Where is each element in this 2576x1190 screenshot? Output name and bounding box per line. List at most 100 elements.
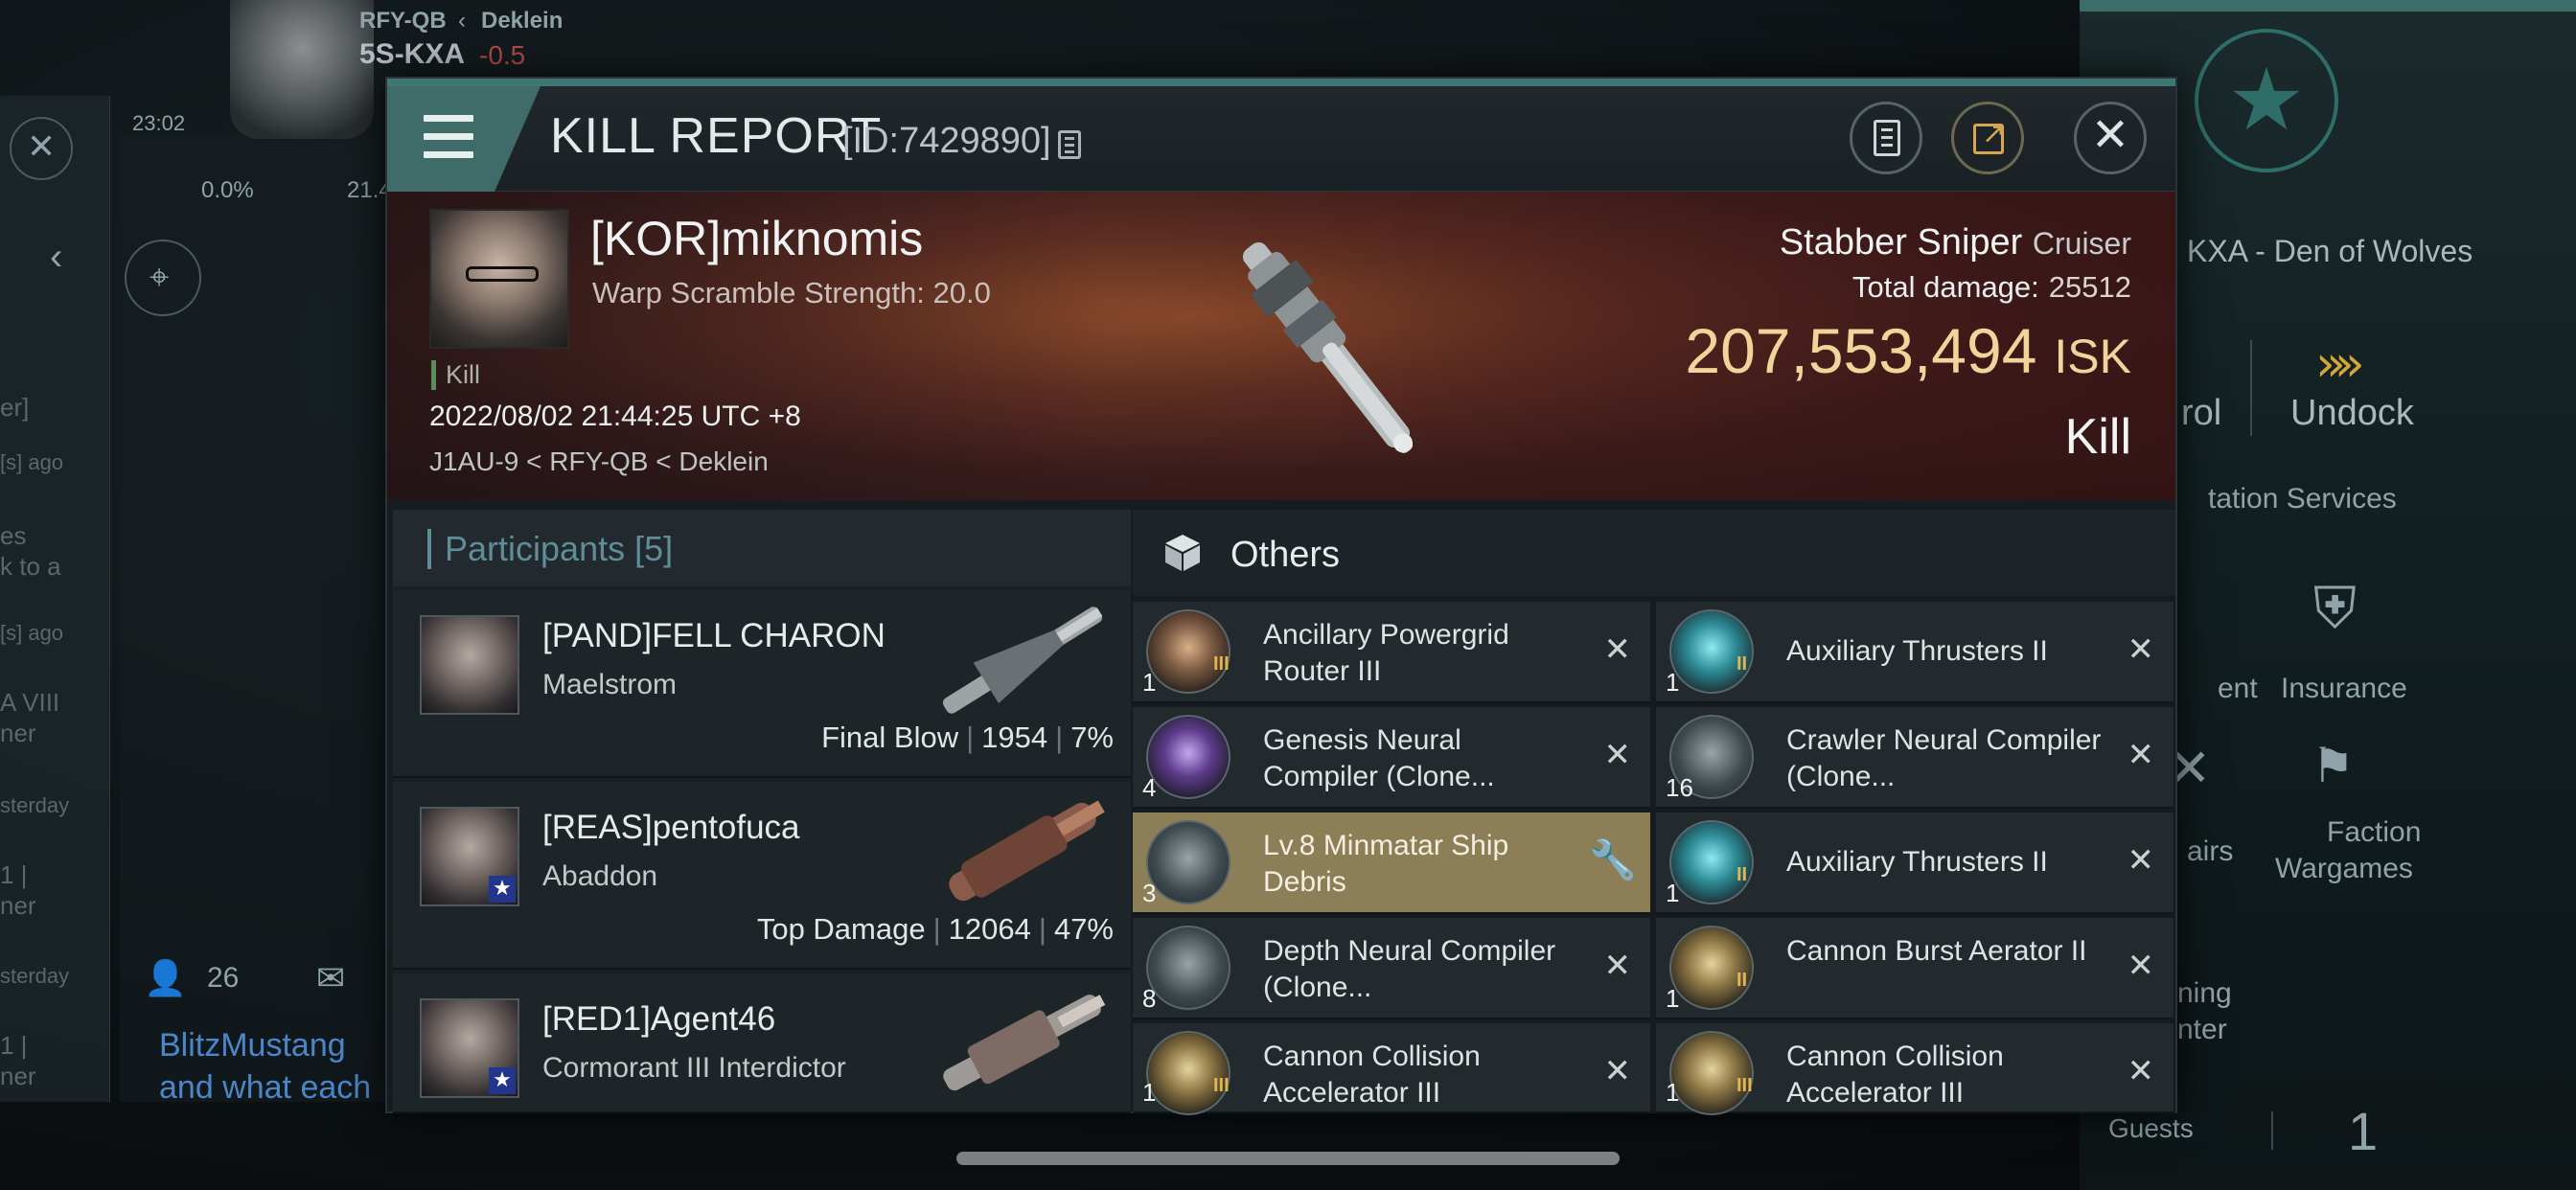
item-quantity: 1: [1142, 668, 1157, 697]
participant-row[interactable]: [PAND]FELL CHARON Maelstrom Final Blow | 1…: [393, 590, 1131, 778]
kill-location: J1AU-9 < RFY-QB < Deklein: [429, 446, 769, 476]
participant-ship: Maelstrom: [542, 669, 678, 700]
divider: [2271, 1111, 2273, 1150]
route-chevron-icon: ‹: [458, 8, 466, 34]
home-indicator[interactable]: [956, 1152, 1620, 1165]
destroyed-x-icon: ✕: [1603, 947, 1632, 985]
faction-wargames-line2[interactable]: Wargames: [2275, 853, 2413, 885]
participant-portrait: ★: [420, 998, 519, 1098]
chat-fragment: ner: [0, 719, 36, 747]
neural-compiler-icon: [1146, 926, 1230, 1010]
cannon-accelerator-icon: [1669, 1031, 1754, 1115]
item-quantity: 3: [1142, 879, 1157, 907]
item-quantity: 4: [1142, 773, 1157, 802]
clipboard-button[interactable]: [1850, 102, 1922, 174]
route-region: Deklein: [481, 8, 564, 34]
copy-id-icon[interactable]: [1058, 130, 1081, 159]
participant-row[interactable]: ★ [RED1]Agent46 Cormorant III Interdicto…: [393, 973, 1131, 1113]
isk-unit: ISK: [2054, 330, 2131, 383]
item-name: Lv.8 Minmatar Ship Debris: [1263, 830, 1509, 898]
clipboard-icon: [1874, 120, 1900, 156]
total-damage-value: 25512: [2048, 270, 2131, 304]
destroyed-x-icon: ✕: [1603, 630, 1632, 669]
divider: [2250, 340, 2252, 436]
chat-fragment: A VIII: [0, 688, 60, 717]
agent-label[interactable]: ent: [2218, 673, 2258, 705]
tier-badge: II: [1736, 864, 1748, 885]
location-pin-icon: ⌖: [150, 257, 170, 296]
chat-fragment: sterday: [0, 964, 70, 988]
undock-button[interactable]: Undock: [2290, 393, 2414, 434]
kill-timestamp: 2022/08/02 21:44:25 UTC +8: [429, 400, 801, 432]
training-label[interactable]: ning: [2177, 977, 2232, 1010]
center-label[interactable]: nter: [2177, 1014, 2227, 1046]
thruster-icon: [1669, 820, 1754, 904]
chat-fragment: k to a: [0, 552, 61, 581]
close-side-button[interactable]: ✕: [10, 117, 73, 180]
isk-amount: 207,553,494: [1685, 315, 2037, 386]
tier-badge: III: [1736, 1075, 1753, 1096]
chat-fragment: es: [0, 521, 27, 550]
chat-fragment: [s] ago: [0, 621, 64, 645]
close-button[interactable]: ✕: [2074, 102, 2147, 174]
contacts-icon[interactable]: 👤: [144, 958, 187, 998]
victim-portrait[interactable]: [429, 209, 569, 349]
dropped-item[interactable]: III 1 Cannon Collision Accelerator III ✕: [1656, 1023, 2174, 1115]
dropped-item[interactable]: 16 Crawler Neural Compiler (Clone... ✕: [1656, 707, 2174, 809]
location-button[interactable]: ⌖: [125, 240, 201, 316]
participant-ship-image: [949, 800, 1105, 902]
insurance-button[interactable]: Insurance: [2281, 673, 2407, 705]
item-name: Genesis Neural Compiler (Clone...: [1263, 724, 1495, 792]
participants-panel: Participants [5] [PAND]FELL CHARON Maels…: [393, 510, 1131, 1113]
chat-username[interactable]: BlitzMustang: [159, 1027, 346, 1064]
participants-header[interactable]: Participants [5]: [393, 510, 1131, 586]
dropped-item[interactable]: 4 Genesis Neural Compiler (Clone... ✕: [1133, 707, 1650, 809]
guests-label: Guests: [2108, 1113, 2194, 1143]
route-system: RFY-QB: [359, 8, 447, 34]
participant-row[interactable]: ★ [REAS]pentofuca Abaddon Top Damage | 120…: [393, 782, 1131, 970]
item-name: Cannon Burst Aerator II: [1786, 935, 2087, 967]
item-quantity: 1: [1666, 1078, 1680, 1107]
dropped-item[interactable]: 3 Lv.8 Minmatar Ship Debris 🔧: [1133, 812, 1650, 914]
destroyed-x-icon: ✕: [2127, 736, 2155, 774]
dropped-item[interactable]: II 1 Auxiliary Thrusters II ✕: [1656, 812, 2174, 914]
faction-wargames-line1[interactable]: Faction: [2327, 816, 2421, 849]
participant-ship: Cormorant III Interdictor: [542, 1052, 846, 1084]
isk-value: 207,553,494 ISK: [1685, 314, 2131, 387]
patrol-label[interactable]: rol: [2181, 393, 2221, 434]
close-icon: ✕: [2090, 108, 2130, 162]
victim-name[interactable]: [KOR]miknomis: [590, 211, 923, 266]
dropped-item[interactable]: III 1 Cannon Collision Accelerator III ✕: [1133, 1023, 1650, 1115]
chat-fragment: er]: [0, 393, 30, 422]
dropped-item[interactable]: II 1 Cannon Burst Aerator II ✕: [1656, 918, 2174, 1019]
kill-result: Kill: [2064, 409, 2131, 465]
mail-icon[interactable]: ✉: [316, 958, 345, 998]
pilot-avatar[interactable]: [230, 0, 374, 139]
share-button[interactable]: [1951, 102, 2024, 174]
cannon-aerator-icon: [1669, 926, 1754, 1010]
stat-label: Top Damage: [756, 912, 926, 946]
item-quantity: 8: [1142, 984, 1157, 1013]
kill-tag: Kill: [431, 360, 480, 390]
insurance-icon: ⛨: [2313, 576, 2357, 640]
dropped-item[interactable]: III 1 Ancillary Powergrid Router III ✕: [1133, 602, 1650, 703]
powergrid-router-icon: [1146, 609, 1230, 694]
item-name: Depth Neural Compiler (Clone...: [1263, 935, 1556, 1003]
dropped-item[interactable]: 8 Depth Neural Compiler (Clone... ✕: [1133, 918, 1650, 1019]
chevron-left-icon[interactable]: ‹: [50, 236, 62, 279]
participants-label: Participants [5]: [427, 529, 673, 569]
repairs-label[interactable]: airs: [2187, 835, 2233, 868]
ship-type: Stabber Sniper: [1779, 222, 2023, 263]
destroyed-x-icon: ✕: [2127, 841, 2155, 880]
stat-percent: 7%: [1070, 721, 1114, 754]
item-quantity: 1: [1142, 1078, 1157, 1107]
participant-ship-image: [943, 995, 1106, 1091]
destroyed-x-icon: ✕: [2127, 630, 2155, 669]
cannon-accelerator-icon: [1146, 1031, 1230, 1115]
others-panel: Others III 1 Ancillary Powergrid Router …: [1133, 510, 2175, 1115]
chat-fragment: ner: [0, 1062, 36, 1090]
modal-accent-line: [387, 79, 2175, 86]
menu-button[interactable]: [387, 86, 540, 192]
participant-name: [RED1]Agent46: [542, 1000, 776, 1038]
dropped-item[interactable]: II 1 Auxiliary Thrusters II ✕: [1656, 602, 2174, 703]
